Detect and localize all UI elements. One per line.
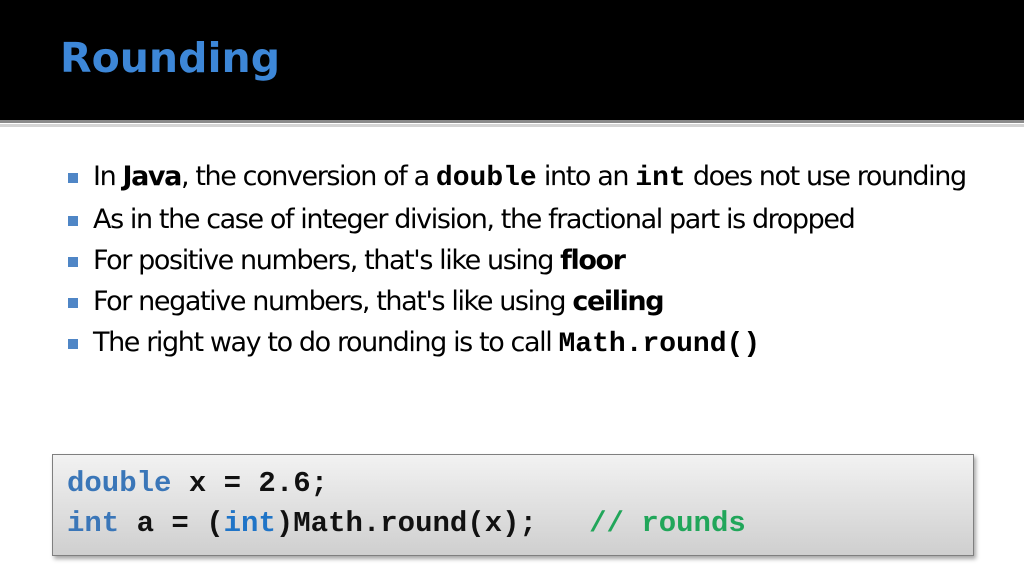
bullet-item: The right way to do rounding is to call … [68, 322, 988, 365]
code-line-2: int a = (int)Math.round(x); // rounds [67, 507, 746, 540]
header-divider-light [0, 124, 1024, 127]
square-bullet-icon [68, 216, 78, 226]
square-bullet-icon [68, 298, 78, 308]
keyword-int-cast: int [223, 507, 276, 540]
code-block: double x = 2.6; int a = (int)Math.round(… [52, 454, 974, 556]
square-bullet-icon [68, 339, 78, 349]
code-int: int [635, 163, 686, 194]
bullet-item: For positive numbers, that's like using … [68, 240, 988, 281]
keyword-int: int [67, 507, 120, 540]
bullet-item: In Java, the conversion of a double into… [68, 156, 988, 199]
keyword-double: double [67, 467, 172, 500]
slide-title: Rounding [60, 34, 281, 82]
code-line-1: double x = 2.6; [67, 467, 329, 500]
floor-term: floor [560, 245, 626, 276]
bullet-item: As in the case of integer division, the … [68, 199, 988, 240]
header-divider [0, 120, 1024, 123]
code-double: double [435, 163, 537, 194]
title-bar: Rounding [0, 0, 1024, 120]
bullet-list: In Java, the conversion of a double into… [68, 156, 988, 365]
code-comment: // rounds [589, 507, 746, 540]
square-bullet-icon [68, 257, 78, 267]
square-bullet-icon [68, 173, 78, 183]
bullet-item: For negative numbers, that's like using … [68, 281, 988, 322]
java-term: Java [122, 161, 182, 192]
ceiling-term: ceiling [572, 286, 664, 317]
code-math-round: Math.round() [558, 329, 761, 360]
